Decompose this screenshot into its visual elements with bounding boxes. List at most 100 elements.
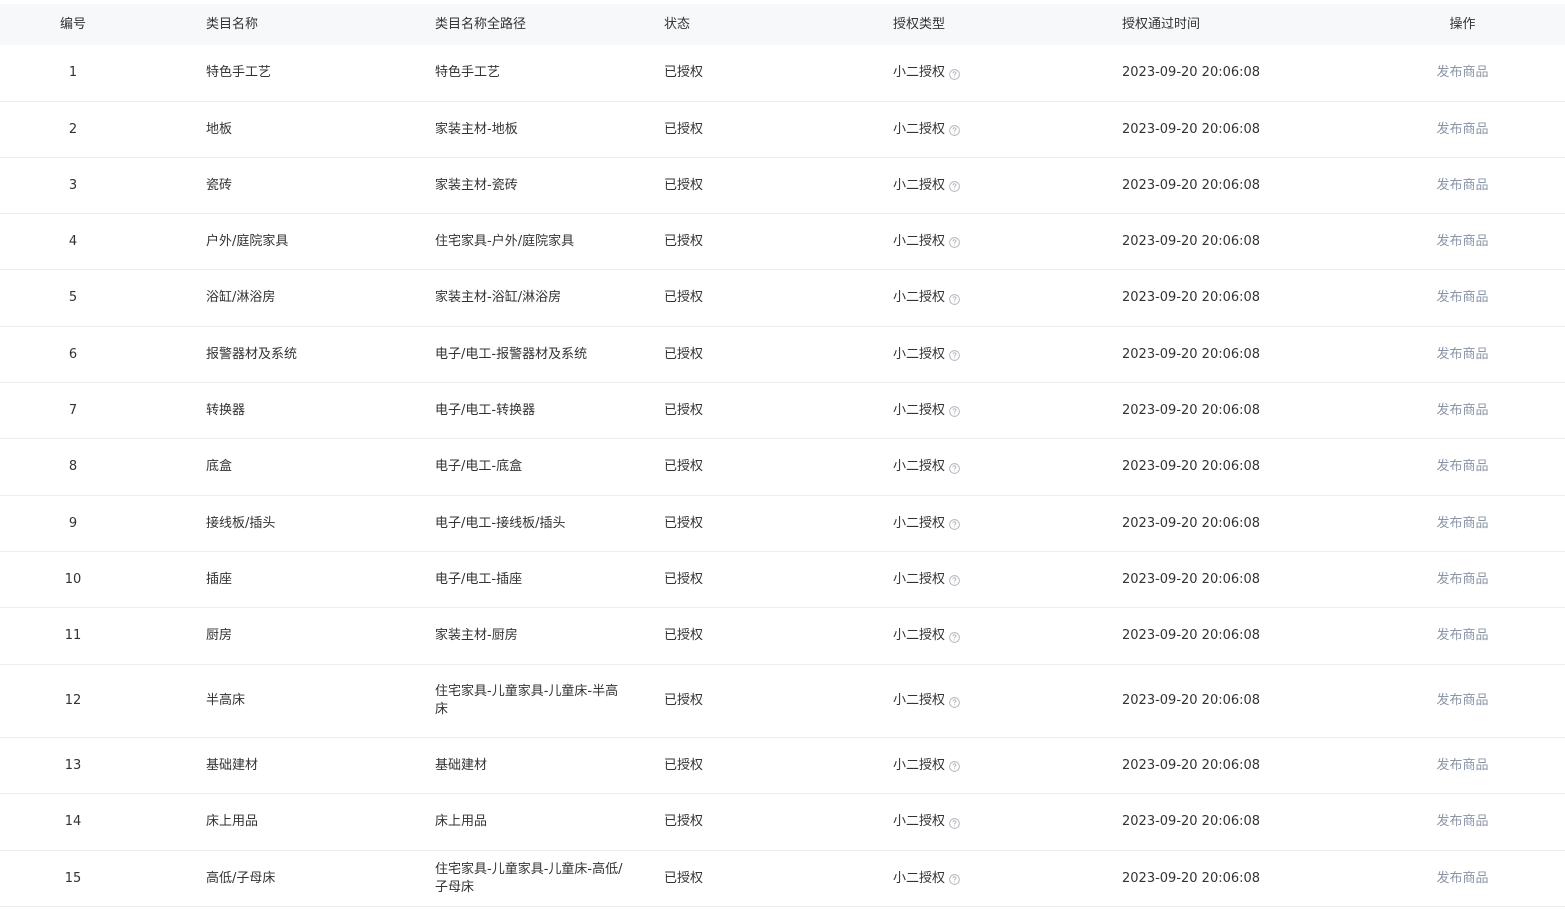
category-path: 电子/电工-转换器	[435, 383, 635, 438]
category-path-text: 家装主材-厨房	[435, 628, 518, 643]
auth-time: 2023-09-20 20:06:08	[1122, 290, 1261, 305]
status-text: 已授权	[664, 402, 704, 418]
column-header-action: 操作	[1449, 16, 1476, 32]
action-cell: 发布商品	[1400, 214, 1525, 269]
category-path: 电子/电工-底盒	[435, 439, 635, 495]
category-path: 家装主材-地板	[435, 102, 635, 157]
question-circle-icon[interactable]	[949, 817, 960, 829]
question-circle-icon[interactable]	[949, 518, 960, 530]
question-circle-icon[interactable]	[949, 124, 960, 136]
action-cell: 发布商品	[1400, 45, 1525, 101]
category-path-text: 住宅家具-户外/庭院家具	[435, 233, 575, 249]
auth-time: 2023-09-20 20:06:08	[1122, 814, 1261, 829]
publish-product-link[interactable]: 发布商品	[1436, 813, 1488, 831]
publish-product-link[interactable]: 发布商品	[1436, 757, 1488, 775]
publish-product-link[interactable]: 发布商品	[1436, 346, 1488, 364]
auth-time: 2023-09-20 20:06:08	[1122, 65, 1261, 80]
table-row: 5 浴缸/淋浴房 家装主材-浴缸/淋浴房 已授权 小二授权 2023-09-20 20:0…	[0, 270, 1565, 327]
auth-type: 小二授权	[893, 738, 1093, 793]
question-circle-icon[interactable]	[949, 293, 960, 305]
auth-type-text: 小二授权	[893, 628, 946, 643]
question-circle-icon[interactable]	[949, 631, 960, 643]
question-circle-icon[interactable]	[949, 696, 960, 708]
question-circle-icon[interactable]	[949, 349, 960, 361]
category-name: 厨房	[206, 628, 233, 643]
category-name: 户外/庭院家具	[206, 233, 289, 249]
category-name: 浴缸/淋浴房	[206, 290, 276, 305]
question-circle-icon[interactable]	[949, 462, 960, 474]
auth-time: 2023-09-20 20:06:08	[1122, 121, 1261, 137]
publish-product-link[interactable]: 发布商品	[1436, 402, 1488, 420]
column-header-status: 状态	[664, 16, 691, 32]
category-path-text: 家装主材-瓷砖	[435, 177, 518, 193]
category-path-text: 电子/电工-转换器	[435, 402, 536, 418]
table-row: 15 高低/子母床 住宅家具-儿童家具-儿童床-高低/子母床 已授权 小二授权 2023-…	[0, 851, 1565, 907]
publish-product-link[interactable]: 发布商品	[1436, 692, 1488, 710]
question-circle-icon[interactable]	[949, 873, 960, 885]
action-cell: 发布商品	[1400, 738, 1525, 793]
status-text: 已授权	[664, 65, 704, 80]
column-header-name: 类目名称	[206, 16, 259, 32]
auth-time: 2023-09-20 20:06:08	[1122, 177, 1261, 193]
publish-product-link[interactable]: 发布商品	[1436, 121, 1488, 139]
status-text: 已授权	[664, 515, 704, 531]
category-name: 瓷砖	[206, 177, 233, 193]
auth-time: 2023-09-20 20:06:08	[1122, 459, 1261, 474]
table-row: 12 半高床 住宅家具-儿童家具-儿童床-半高床 已授权 小二授权 2023-09-20 …	[0, 665, 1565, 738]
category-path: 电子/电工-报警器材及系统	[435, 327, 635, 382]
row-number: 7	[68, 402, 78, 418]
status-text: 已授权	[664, 571, 704, 587]
action-cell: 发布商品	[1400, 383, 1525, 438]
category-path: 住宅家具-户外/庭院家具	[435, 214, 635, 269]
publish-product-link[interactable]: 发布商品	[1436, 233, 1488, 251]
question-circle-icon[interactable]	[949, 236, 960, 248]
auth-type-text: 小二授权	[893, 814, 946, 829]
category-name: 高低/子母床	[206, 870, 276, 886]
category-path-text: 电子/电工-报警器材及系统	[435, 346, 588, 362]
publish-product-link[interactable]: 发布商品	[1436, 177, 1488, 195]
auth-type: 小二授权	[893, 608, 1093, 664]
auth-type-text: 小二授权	[893, 290, 946, 305]
auth-time: 2023-09-20 20:06:08	[1122, 515, 1261, 531]
auth-type-text: 小二授权	[893, 870, 946, 886]
row-number: 4	[68, 233, 78, 249]
category-name: 底盒	[206, 459, 233, 474]
status-text: 已授权	[664, 814, 704, 829]
category-path-text: 床上用品	[435, 814, 488, 829]
publish-product-link[interactable]: 发布商品	[1436, 289, 1488, 307]
publish-product-link[interactable]: 发布商品	[1436, 571, 1488, 589]
auth-time: 2023-09-20 20:06:08	[1122, 628, 1261, 643]
row-number: 11	[64, 628, 82, 643]
auth-time: 2023-09-20 20:06:08	[1122, 346, 1261, 362]
table-row: 7 转换器 电子/电工-转换器 已授权 小二授权 2023-09-20 20:06:08 发…	[0, 383, 1565, 439]
auth-type: 小二授权	[893, 794, 1093, 850]
category-path-text: 家装主材-地板	[435, 121, 518, 137]
question-circle-icon[interactable]	[949, 760, 960, 772]
question-circle-icon[interactable]	[949, 180, 960, 192]
publish-product-link[interactable]: 发布商品	[1436, 870, 1488, 888]
action-cell: 发布商品	[1400, 608, 1525, 664]
publish-product-link[interactable]: 发布商品	[1436, 64, 1488, 82]
action-cell: 发布商品	[1400, 327, 1525, 382]
category-path-text: 特色手工艺	[435, 65, 501, 80]
category-path: 电子/电工-插座	[435, 552, 635, 607]
question-circle-icon[interactable]	[949, 574, 960, 586]
auth-type: 小二授权	[893, 496, 1093, 551]
category-name: 转换器	[206, 402, 246, 418]
publish-product-link[interactable]: 发布商品	[1436, 458, 1488, 476]
table-row: 3 瓷砖 家装主材-瓷砖 已授权 小二授权 2023-09-20 20:06:08 发布商品	[0, 158, 1565, 214]
auth-type-text: 小二授权	[893, 757, 946, 773]
status-text: 已授权	[664, 459, 704, 474]
auth-type: 小二授权	[893, 45, 1093, 101]
auth-time: 2023-09-20 20:06:08	[1122, 870, 1261, 886]
auth-type: 小二授权	[893, 327, 1093, 382]
column-header-no: 编号	[59, 16, 86, 32]
action-cell: 发布商品	[1400, 102, 1525, 157]
question-circle-icon[interactable]	[949, 405, 960, 417]
question-circle-icon[interactable]	[949, 68, 960, 80]
publish-product-link[interactable]: 发布商品	[1436, 627, 1488, 645]
auth-type: 小二授权	[893, 851, 1093, 906]
column-header-path: 类目名称全路径	[435, 16, 527, 32]
action-cell: 发布商品	[1400, 158, 1525, 213]
publish-product-link[interactable]: 发布商品	[1436, 515, 1488, 533]
